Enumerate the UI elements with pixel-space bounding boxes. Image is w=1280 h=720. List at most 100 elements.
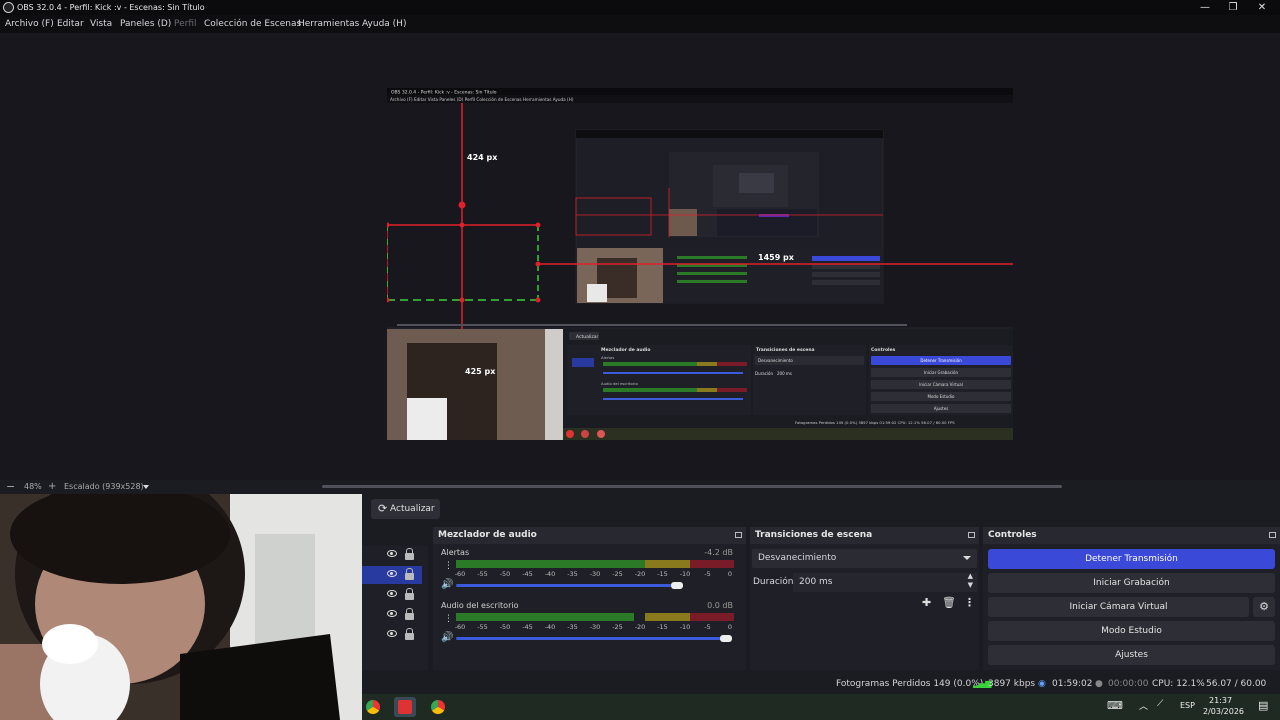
controls-title: Controles bbox=[988, 530, 1037, 540]
status-bar: Fotogramas Perdidos 149 (0.0%) ▂▄▆ 3897 … bbox=[362, 674, 1280, 709]
undock-icon[interactable] bbox=[968, 532, 975, 538]
volume-slider[interactable] bbox=[456, 637, 732, 640]
meter-tick-label: -40 bbox=[544, 623, 556, 631]
notifications-icon[interactable]: ▤ bbox=[1258, 699, 1268, 712]
meter-tick-label: 0 bbox=[727, 623, 733, 631]
meter-tick-label: -10 bbox=[679, 570, 691, 578]
webcam-preview bbox=[0, 494, 362, 720]
duration-input[interactable]: 200 ms ▲ ▼ bbox=[793, 572, 977, 592]
meter-tick-label: -30 bbox=[589, 623, 601, 631]
stream-icon: ◉ bbox=[1038, 679, 1046, 689]
volume-knob[interactable] bbox=[720, 635, 732, 642]
eye-icon[interactable] bbox=[387, 630, 397, 637]
stream-time: 01:59:02 bbox=[1052, 679, 1093, 689]
meter-tick-label: -20 bbox=[634, 623, 646, 631]
taskbar-chrome-button[interactable] bbox=[362, 697, 384, 717]
meter-yellow-segment bbox=[645, 560, 690, 568]
keyboard-icon[interactable]: ⌨ bbox=[1107, 699, 1123, 712]
speaker-icon[interactable]: 🔊 bbox=[441, 579, 453, 590]
meter-green-segment bbox=[456, 560, 646, 568]
record-time: 00:00:00 bbox=[1108, 679, 1149, 689]
transitions-header: Transiciones de escena bbox=[750, 527, 979, 544]
source-row[interactable] bbox=[362, 626, 422, 644]
taskbar-chrome2-button[interactable] bbox=[427, 697, 449, 717]
zoom-in-button[interactable]: + bbox=[48, 480, 56, 494]
start-recording-button[interactable]: Iniciar Grabación bbox=[988, 573, 1275, 593]
studio-mode-button[interactable]: Modo Estudio bbox=[988, 621, 1275, 641]
menu-perfil[interactable]: Perfil bbox=[174, 15, 197, 33]
maximize-button[interactable]: ❐ bbox=[1218, 0, 1248, 15]
menu-coleccion-escenas[interactable]: Colección de Escenas bbox=[204, 15, 301, 33]
stop-streaming-button[interactable]: Detener Transmisión bbox=[988, 549, 1275, 569]
close-button[interactable]: ✕ bbox=[1247, 0, 1277, 15]
meter-tick-label: -60 bbox=[454, 623, 466, 631]
meter-green-segment bbox=[456, 613, 634, 621]
menu-paneles[interactable]: Paneles (D) bbox=[120, 15, 171, 33]
zoom-out-button[interactable]: − bbox=[6, 480, 15, 494]
source-row[interactable] bbox=[362, 606, 422, 624]
source-row[interactable] bbox=[362, 586, 422, 604]
menu-vista[interactable]: Vista bbox=[90, 15, 112, 33]
nested-obs-svg: OBS 32.0.4 - Perfil: Kick :v - Escenas: … bbox=[384, 88, 1013, 440]
svg-text:Audio del escritorio: Audio del escritorio bbox=[601, 381, 638, 386]
guide-label-right: 1459 px bbox=[758, 253, 795, 262]
spin-arrows-icon[interactable]: ▲ ▼ bbox=[968, 572, 973, 590]
refresh-button[interactable]: ⟳ Actualizar bbox=[371, 499, 440, 519]
menu-bar: Archivo (F) Editar Vista Paneles (D) Per… bbox=[0, 15, 1280, 33]
source-row[interactable] bbox=[362, 546, 422, 564]
dropped-frames: Fotogramas Perdidos 149 (0.0%) bbox=[836, 679, 984, 689]
meter-tick-label: -5 bbox=[704, 570, 711, 578]
lock-icon[interactable] bbox=[405, 588, 414, 600]
start-virtual-camera-button[interactable]: Iniciar Cámara Virtual bbox=[988, 597, 1249, 617]
clock-time[interactable]: 21:37 bbox=[1209, 696, 1232, 705]
source-row-selected[interactable] bbox=[362, 566, 422, 584]
undock-icon[interactable] bbox=[735, 532, 742, 538]
guide-label-top: 424 px bbox=[467, 153, 498, 162]
volume-slider[interactable] bbox=[456, 584, 682, 587]
channel-db: -4.2 dB bbox=[704, 548, 733, 557]
preview-horizontal-scrollbar[interactable] bbox=[322, 485, 1062, 488]
duration-label: Duración bbox=[753, 577, 794, 587]
lock-icon[interactable] bbox=[405, 628, 414, 640]
audio-mixer-title: Mezclador de audio bbox=[438, 530, 537, 540]
clock-date[interactable]: 2/03/2026 bbox=[1203, 707, 1244, 716]
svg-text:Modo Estudio: Modo Estudio bbox=[928, 394, 956, 399]
audio-meter bbox=[456, 560, 734, 568]
lock-icon[interactable] bbox=[405, 608, 414, 620]
channel-menu-icon[interactable]: ⋮ bbox=[444, 562, 453, 571]
trash-icon[interactable]: 🗑 bbox=[942, 596, 956, 609]
meter-tick-label: -50 bbox=[499, 623, 511, 631]
menu-archivo[interactable]: Archivo (F) bbox=[5, 15, 54, 33]
eye-icon[interactable] bbox=[387, 550, 397, 557]
eye-icon[interactable] bbox=[387, 610, 397, 617]
meter-yellow-segment bbox=[645, 613, 690, 621]
menu-editar[interactable]: Editar bbox=[57, 15, 84, 33]
volume-knob[interactable] bbox=[671, 582, 683, 589]
language-indicator[interactable]: ESP bbox=[1180, 701, 1195, 710]
menu-herramientas[interactable]: Herramientas bbox=[298, 15, 359, 33]
transition-menu-icon[interactable]: ⋮ bbox=[964, 596, 975, 609]
virtual-camera-settings-button[interactable]: ⚙ bbox=[1253, 597, 1275, 617]
eye-icon[interactable] bbox=[387, 590, 397, 597]
network-icon[interactable]: ⟋ bbox=[1157, 699, 1163, 709]
settings-button[interactable]: Ajustes bbox=[988, 645, 1275, 665]
transition-select[interactable]: Desvanecimiento bbox=[752, 549, 977, 568]
svg-text:200 ms: 200 ms bbox=[777, 371, 792, 376]
minimize-button[interactable]: — bbox=[1190, 0, 1220, 15]
lock-icon[interactable] bbox=[405, 548, 414, 560]
channel-menu-icon[interactable]: ⋮ bbox=[444, 615, 453, 624]
undock-icon[interactable] bbox=[1269, 532, 1276, 538]
add-transition-icon[interactable]: ✚ bbox=[922, 596, 931, 609]
scale-dropdown-icon[interactable] bbox=[143, 485, 149, 489]
meter-tick-label: -10 bbox=[679, 623, 691, 631]
eye-icon[interactable] bbox=[387, 570, 397, 577]
lock-icon[interactable] bbox=[405, 568, 414, 580]
meter-scale: -60 -55 -50 -45 -40 -35 -30 -25 -20 -15 -10 -5 0 bbox=[454, 623, 734, 632]
menu-ayuda[interactable]: Ayuda (H) bbox=[362, 15, 406, 33]
speaker-icon[interactable]: 🔊 bbox=[441, 632, 453, 643]
taskbar-obs-button[interactable] bbox=[394, 697, 416, 717]
show-hidden-icons[interactable]: ︿ bbox=[1139, 699, 1148, 712]
chevron-down-icon bbox=[963, 556, 971, 560]
svg-text:Mezclador de audio: Mezclador de audio bbox=[601, 347, 650, 353]
chrome-icon bbox=[431, 700, 445, 714]
